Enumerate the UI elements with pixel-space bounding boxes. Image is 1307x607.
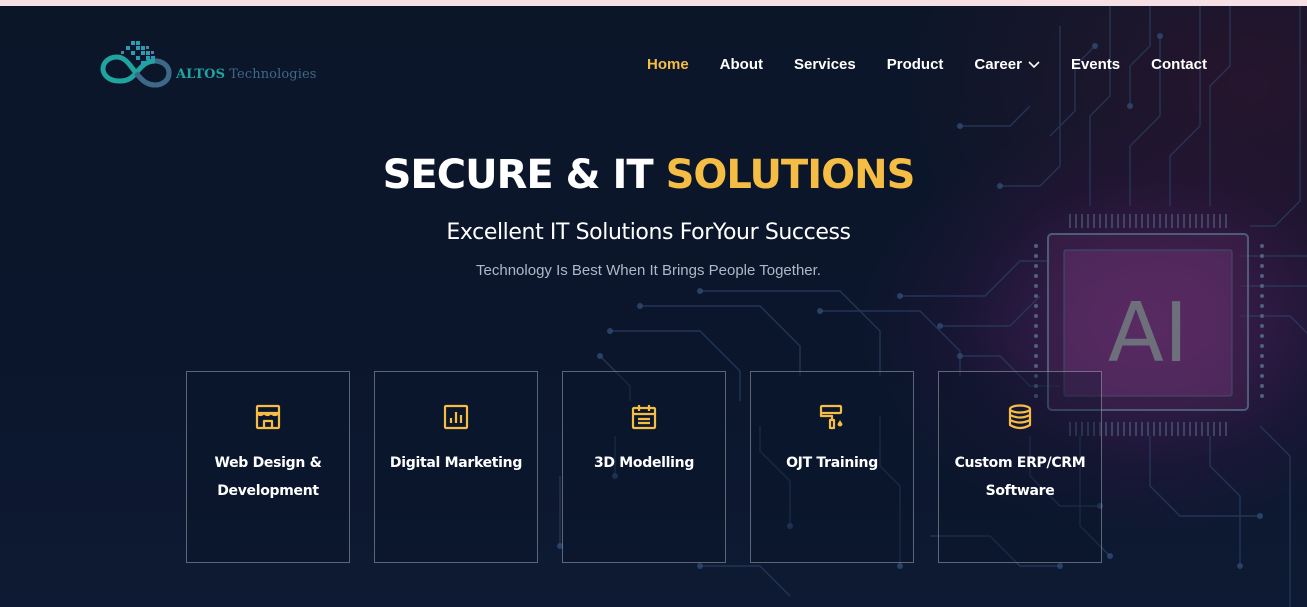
service-card-digital-marketing[interactable]: Digital Marketing <box>374 371 538 563</box>
nav-career-label: Career <box>974 56 1022 73</box>
nav-services[interactable]: Services <box>794 56 856 73</box>
infinity-pixel-logo-icon <box>100 41 172 88</box>
service-title: Custom ERP/CRM Software <box>954 455 1086 499</box>
hero-headline: SECURE & IT SOLUTIONS <box>0 152 1297 198</box>
nav-contact[interactable]: Contact <box>1151 56 1207 73</box>
main-nav: Home About Services Product Career Event… <box>647 56 1207 73</box>
nav-career[interactable]: Career <box>974 56 1040 73</box>
service-cards: Web Design & Development Digital Marketi… <box>186 371 1102 563</box>
service-title: Web Design & Development <box>214 455 322 499</box>
chip-label: AI <box>1108 286 1188 381</box>
service-card-custom-erp-crm[interactable]: Custom ERP/CRM Software <box>938 371 1102 563</box>
service-title: OJT Training <box>786 455 878 471</box>
nav-about[interactable]: About <box>720 56 763 73</box>
hero-subheading: Excellent IT Solutions ForYour Success <box>446 220 851 245</box>
service-title: 3D Modelling <box>593 455 695 471</box>
paint-roller-icon <box>819 404 843 430</box>
brand-logo[interactable]: ALTOS Technologies <box>100 36 317 100</box>
headline-white: SECURE & IT <box>382 152 654 198</box>
chevron-down-icon <box>1028 60 1040 68</box>
calendar-icon <box>631 405 657 430</box>
service-card-3d-modelling[interactable]: 3D Modelling <box>562 371 726 563</box>
brand-name-primary: ALTOS <box>176 66 226 82</box>
brand-name-secondary: Technologies <box>229 66 317 82</box>
brand-name: ALTOS Technologies <box>176 67 317 82</box>
hero-section: AI ALTOS Technologies Home About Service… <box>0 6 1307 607</box>
service-card-web-design[interactable]: Web Design & Development <box>186 371 350 563</box>
bar-chart-icon <box>443 404 469 430</box>
storefront-icon <box>255 404 281 430</box>
nav-home[interactable]: Home <box>647 56 689 73</box>
headline-accent: SOLUTIONS <box>665 152 916 198</box>
service-title: Digital Marketing <box>389 455 523 471</box>
nav-events[interactable]: Events <box>1071 56 1120 73</box>
nav-product[interactable]: Product <box>887 56 944 73</box>
service-card-ojt-training[interactable]: OJT Training <box>750 371 914 563</box>
hero-tagline: Technology Is Best When It Brings People… <box>476 262 821 279</box>
database-icon <box>1008 404 1032 430</box>
